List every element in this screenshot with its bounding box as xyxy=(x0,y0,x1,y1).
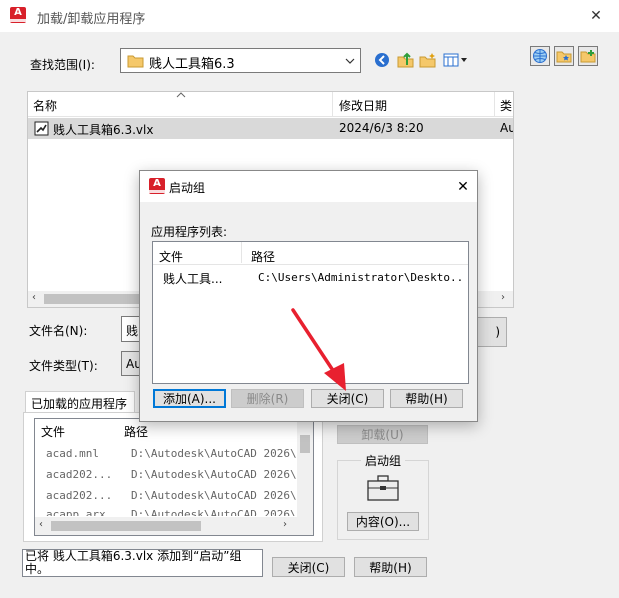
loaded-hscroll-thumb[interactable] xyxy=(51,521,201,531)
main-help-button[interactable]: 帮助(H) xyxy=(354,557,427,577)
loaded-vscroll[interactable] xyxy=(297,419,313,517)
scroll-thumb[interactable] xyxy=(44,294,144,304)
startup-group-label: 启动组 xyxy=(361,452,406,469)
unload-button[interactable]: 卸载(U) xyxy=(337,425,428,444)
column-header-name[interactable]: 名称 xyxy=(33,97,57,114)
scroll-left-icon[interactable]: ‹ xyxy=(39,519,43,530)
loaded-col-path[interactable]: 路径 xyxy=(124,423,148,440)
dialog-help-button[interactable]: 帮助(H) xyxy=(390,389,463,408)
dialog-close-button[interactable]: ✕ xyxy=(450,175,476,199)
app-list-label: 应用程序列表: xyxy=(151,225,228,239)
new-folder-icon[interactable] xyxy=(418,51,438,69)
column-header-date[interactable]: 修改日期 xyxy=(339,97,387,114)
lookin-combo[interactable]: 贱人工具箱6.3 xyxy=(120,48,361,73)
scroll-right-icon[interactable]: › xyxy=(501,292,505,303)
app-logo-icon: A xyxy=(149,178,165,194)
lookin-value: 贱人工具箱6.3 xyxy=(149,57,235,72)
startup-col-path[interactable]: 路径 xyxy=(251,248,275,265)
main-close-button[interactable]: 关闭(C) xyxy=(272,557,345,577)
startup-row-path: C:\Users\Administrator\Deskto... xyxy=(258,271,463,284)
loaded-row-file[interactable]: acad202... xyxy=(46,489,112,502)
window-close-button[interactable]: ✕ xyxy=(582,4,610,28)
tab-loaded-apps-label: 已加载的应用程序 xyxy=(31,397,128,411)
loaded-col-file[interactable]: 文件 xyxy=(41,423,65,440)
loaded-row-file[interactable]: acad202... xyxy=(46,468,112,481)
startup-col-file[interactable]: 文件 xyxy=(159,248,183,265)
tab-loaded-apps[interactable]: 已加载的应用程序 xyxy=(25,391,135,413)
folder-icon xyxy=(127,55,144,68)
loaded-hscroll[interactable]: ‹ › xyxy=(35,517,313,535)
loaded-apps-list[interactable]: 文件 路径 acad.mnl D:\Autodesk\AutoCAD 2026\… xyxy=(34,418,314,536)
web-icon[interactable] xyxy=(530,46,550,66)
back-icon[interactable] xyxy=(372,51,392,69)
loaded-row-path: D:\Autodesk\AutoCAD 2026\... xyxy=(131,508,297,516)
filename-label: 文件名(N): xyxy=(29,324,88,338)
file-name: 贱人工具箱6.3.vlx xyxy=(53,123,154,137)
chevron-down-icon xyxy=(345,58,355,64)
file-date: 2024/6/3 8:20 xyxy=(339,121,424,135)
filetype-label: 文件类型(T): xyxy=(29,359,98,373)
app-logo-icon: A xyxy=(10,7,26,23)
file-type: Au xyxy=(500,121,513,135)
scroll-right-icon[interactable]: › xyxy=(283,519,287,530)
add-favorite-icon[interactable] xyxy=(578,46,598,66)
annotation-arrow xyxy=(291,308,346,391)
status-message: 已将 贱人工具箱6.3.vlx 添加到“启动”组中。 xyxy=(25,549,242,576)
loaded-row-path: D:\Autodesk\AutoCAD 2026\... xyxy=(131,447,297,460)
file-row[interactable]: 贱人工具箱6.3.vlx 2024/6/3 8:20 Au xyxy=(28,118,513,139)
filename-value: 贱 xyxy=(126,324,139,338)
loaded-row-path: D:\Autodesk\AutoCAD 2026\... xyxy=(131,489,297,502)
status-message-box: 已将 贱人工具箱6.3.vlx 添加到“启动”组中。 xyxy=(22,549,263,577)
column-header-type[interactable]: 类 xyxy=(500,97,513,114)
favorites-icon[interactable] xyxy=(554,46,574,66)
scroll-left-icon[interactable]: ‹ xyxy=(32,292,36,303)
loaded-row-file[interactable]: acapp.arx xyxy=(46,508,106,516)
loaded-row-file[interactable]: acad.mnl xyxy=(46,447,99,460)
sort-arrow-icon xyxy=(176,92,186,98)
lookin-label: 查找范围(I): xyxy=(30,58,95,72)
file-list-header: 名称 修改日期 类 xyxy=(28,92,513,117)
startup-row-file[interactable]: 贱人工具... xyxy=(163,270,222,287)
contents-button[interactable]: 内容(O)... xyxy=(347,512,419,531)
loaded-vscroll-thumb[interactable] xyxy=(300,435,310,453)
dialog-title-bar: A 启动组 ✕ xyxy=(140,171,477,202)
vlx-file-icon xyxy=(34,121,49,136)
add-button[interactable]: 添加(A)... xyxy=(153,389,226,408)
window-title: 加载/卸载应用程序 xyxy=(37,12,146,27)
briefcase-icon xyxy=(367,475,399,501)
title-bar: A 加载/卸载应用程序 ✕ xyxy=(0,0,619,32)
view-menu-icon[interactable] xyxy=(442,51,470,69)
up-folder-icon[interactable] xyxy=(396,51,416,69)
open-button-edge[interactable]: ) xyxy=(476,317,507,347)
loaded-row-path: D:\Autodesk\AutoCAD 2026\... xyxy=(131,468,297,481)
dialog-title: 启动组 xyxy=(169,181,206,195)
